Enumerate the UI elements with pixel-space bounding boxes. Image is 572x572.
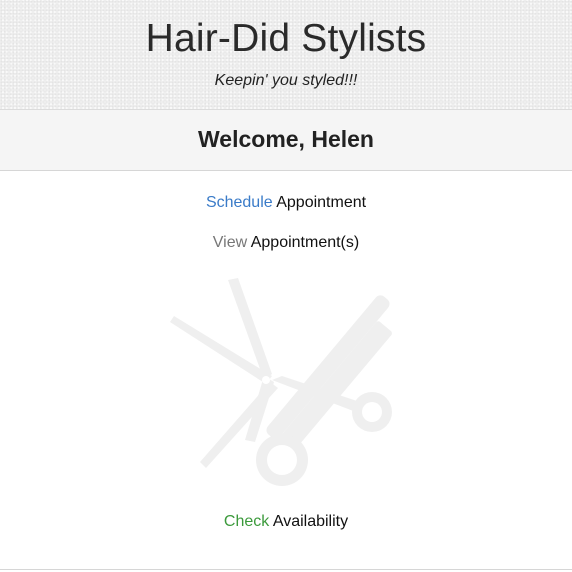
site-tagline: Keepin' you styled!!! xyxy=(214,72,358,89)
check-availability-item: Check Availability xyxy=(0,512,572,532)
view-link[interactable]: View xyxy=(213,234,247,251)
schedule-label: Appointment xyxy=(276,194,367,211)
check-label: Availability xyxy=(272,513,349,530)
site-title: Hair-Did Stylists xyxy=(145,17,427,60)
view-appointments-item: View Appointment(s) xyxy=(0,233,572,253)
welcome-bar: Welcome, Helen xyxy=(0,110,572,171)
welcome-message: Welcome, Helen xyxy=(198,126,374,152)
schedule-link[interactable]: Schedule xyxy=(206,194,273,211)
scissors-comb-icon xyxy=(170,278,392,486)
check-link[interactable]: Check xyxy=(224,513,269,530)
bottom-divider xyxy=(0,569,572,570)
site-header: Hair-Did Stylists Keepin' you styled!!! xyxy=(0,0,572,110)
view-label: Appointment(s) xyxy=(250,234,360,251)
schedule-appointment-item: Schedule Appointment xyxy=(0,193,572,213)
